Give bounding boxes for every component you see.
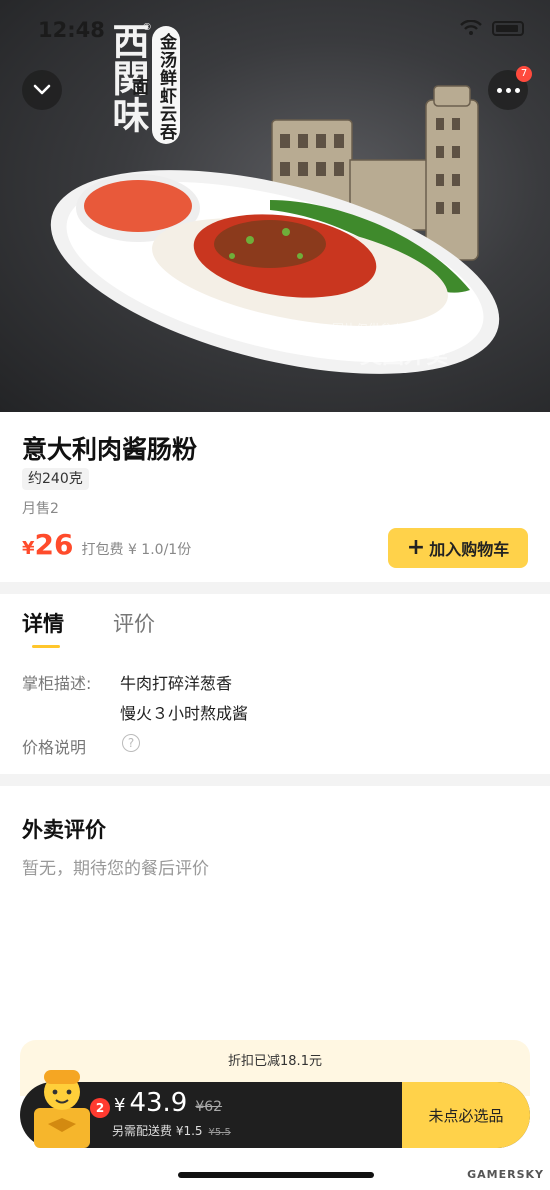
cart-total: ¥ 43.9 ¥62 (114, 1088, 222, 1118)
price-note-label: 价格说明 (22, 738, 87, 757)
details-section: 详情 评价 掌柜描述: 牛肉打碎洋葱香 慢火３小时熬成酱 价格说明 ? (0, 594, 550, 774)
dish-photo (50, 85, 500, 374)
original-delivery-fee: ¥5.5 (208, 1127, 231, 1138)
product-name: 意大利肉酱肠粉 (22, 435, 198, 464)
checkout-button[interactable]: 未点必选品 (402, 1082, 530, 1148)
active-tab-indicator (32, 645, 60, 648)
back-button[interactable] (22, 70, 62, 110)
notification-badge: 7 (516, 66, 532, 82)
section-divider (0, 774, 550, 786)
brand-registered-mark: ® (142, 22, 152, 33)
plus-icon: + (406, 535, 426, 560)
reviews-empty-text: 暂无，期待您的餐后评价 (22, 859, 209, 879)
chevron-down-icon (33, 84, 51, 95)
watermark-text: 图片仅供参考，以实物为准 (332, 322, 477, 336)
home-indicator (178, 1172, 374, 1178)
battery-icon (492, 20, 524, 36)
discount-text: 折扣已减18.1元 (228, 1054, 322, 1069)
brand-logo: 西関味 ® 金汤鲜虾云吞面 (100, 22, 182, 150)
product-info: 意大利肉酱肠粉 约240克 月售2 ¥ 26 打包费 ¥ 1.0/1份 + 加入… (0, 412, 550, 582)
weight-tag: 约240克 (22, 468, 89, 490)
checkout-label: 未点必选品 (428, 1106, 504, 1125)
status-bar: 12:48 (0, 0, 550, 60)
cart-count-badge: 2 (90, 1098, 110, 1118)
product-hero-image: 12:48 西関味 ® 金汤鲜虾云吞面 7 图片仅供参考，以实物为准 美团外卖 (0, 0, 550, 412)
status-time: 12:48 (38, 18, 105, 42)
more-button[interactable]: 7 (488, 66, 532, 110)
price-row: ¥ 26 打包费 ¥ 1.0/1份 (22, 528, 191, 561)
add-to-cart-button[interactable]: + 加入购物车 (388, 528, 528, 568)
description-line: 牛肉打碎洋葱香 (120, 674, 233, 693)
add-to-cart-label: 加入购物车 (429, 540, 510, 559)
description-label: 掌柜描述: (22, 674, 92, 693)
reviews-section: 外卖评价 暂无，期待您的餐后评价 (0, 786, 550, 1026)
total-price: 43.9 (129, 1088, 188, 1118)
monthly-sales: 月售2 (22, 501, 59, 517)
delivery-fee: 另需配送费 ¥1.5 (112, 1124, 203, 1138)
delivery-fee-row: 另需配送费 ¥1.5 ¥5.5 (112, 1122, 231, 1139)
tab-details[interactable]: 详情 (22, 608, 64, 638)
product-detail-page: 12:48 西関味 ® 金汤鲜虾云吞面 7 图片仅供参考，以实物为准 美团外卖 … (0, 0, 550, 1190)
price-value: 26 (34, 528, 74, 561)
section-divider (0, 582, 550, 594)
reviews-title: 外卖评价 (22, 818, 106, 842)
total-currency: ¥ (114, 1095, 126, 1116)
watermark-logo-text: 美团外卖 (360, 344, 449, 369)
wifi-icon (460, 20, 482, 35)
question-circle-icon[interactable]: ? (122, 734, 140, 752)
tab-reviews[interactable]: 评价 (113, 608, 155, 638)
price-currency: ¥ (22, 538, 35, 559)
description-line: 慢火３小时熬成酱 (120, 704, 249, 723)
brand-tagline: 金汤鲜虾云吞面 (128, 26, 180, 144)
more-dots-icon (496, 87, 520, 93)
packing-fee: 打包费 ¥ 1.0/1份 (81, 542, 192, 558)
original-total-price: ¥62 (195, 1099, 223, 1115)
corner-watermark: GAMERSKY (467, 1168, 544, 1181)
